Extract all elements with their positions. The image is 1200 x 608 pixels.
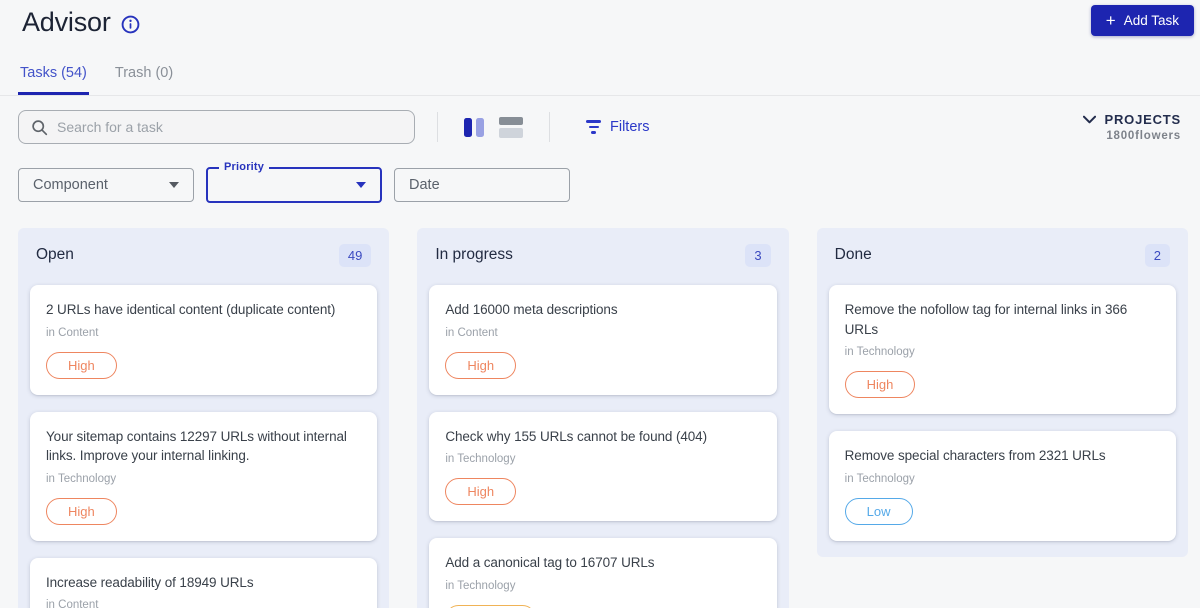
column-count-badge: 49 [338,243,372,267]
card-title: Check why 155 URLs cannot be found (404) [445,428,707,444]
priority-select[interactable]: Priority [206,161,382,203]
priority-badge: High [844,371,916,399]
caret-down-icon [356,182,366,188]
filter-row: Component Priority Date [18,161,1200,203]
filter-icon [586,120,601,134]
tab-bar: Tasks (54) Trash (0) [0,65,1200,96]
card-title: Remove the nofollow tag for internal lin… [844,302,1128,337]
card-title: Add 16000 meta descriptions [445,302,618,317]
card-title: Remove special characters from 2321 URLs [844,448,1106,464]
card-title: Add a canonical tag to 16707 URLs [445,555,655,571]
card-category: in Technology [445,579,516,592]
column-title: Done [834,246,872,263]
priority-badge: High [445,351,517,379]
projects-toggle[interactable]: PROJECTS [1082,112,1181,127]
task-card[interactable]: Increase readability of 18949 URLs in Co… [30,557,378,608]
plus-icon: + [1105,11,1116,30]
list-view-icon[interactable] [499,116,523,138]
card-category: in Technology [844,346,915,359]
task-card[interactable]: Remove special characters from 2321 URLs… [828,431,1176,541]
card-category: in Content [46,326,99,339]
kanban-view-icon[interactable] [464,117,484,137]
page-header: Advisor + Add Task [0,0,1200,38]
card-title: 2 URLs have identical content (duplicate… [46,302,336,317]
divider [549,112,550,142]
card-category: in Content [46,599,99,608]
column-open: Open 49 2 URLs have identical content (d… [18,228,390,608]
component-select-label: Component [33,177,108,193]
priority-badge: High [445,478,517,506]
tab-trash[interactable]: Trash (0) [113,65,175,95]
project-name: 1800flowers [1106,130,1181,142]
task-card[interactable]: 2 URLs have identical content (duplicate… [30,285,378,395]
add-task-button[interactable]: + Add Task [1090,5,1194,36]
card-category: in Technology [445,453,516,466]
task-card[interactable]: Add 16000 meta descriptions in Content H… [429,285,777,395]
search-input[interactable] [57,119,402,135]
column-title: Open [36,246,74,263]
filters-label: Filters [610,119,650,135]
column-in-progress: In progress 3 Add 16000 meta description… [417,228,789,608]
component-select[interactable]: Component [18,168,194,202]
caret-down-icon [169,182,179,188]
column-title: In progress [435,246,513,263]
page-title: Advisor [22,7,111,37]
projects-label: PROJECTS [1104,112,1181,127]
priority-select-label: Priority [219,161,270,173]
column-done: Done 2 Remove the nofollow tag for inter… [816,228,1188,557]
search-box[interactable] [18,110,415,144]
divider [437,112,438,142]
tab-tasks[interactable]: Tasks (54) [18,65,89,95]
date-input-label: Date [409,177,440,193]
search-icon [32,119,48,135]
card-title: Your sitemap contains 12297 URLs without… [46,428,347,464]
task-card[interactable]: Add a canonical tag to 16707 URLs in Tec… [429,538,777,608]
task-card[interactable]: Your sitemap contains 12297 URLs without… [30,411,378,541]
add-task-label: Add Task [1123,13,1179,28]
priority-badge: High [46,351,117,379]
task-card[interactable]: Check why 155 URLs cannot be found (404)… [429,411,777,522]
card-title: Increase readability of 18949 URLs [46,574,254,590]
info-icon[interactable] [121,15,140,34]
card-category: in Content [445,326,498,339]
toolbar: Filters PROJECTS 1800flowers [18,110,1181,144]
chevron-down-icon [1082,115,1096,124]
date-input[interactable]: Date [394,168,570,202]
card-category: in Technology [844,472,915,485]
card-category: in Technology [46,472,117,485]
task-card[interactable]: Remove the nofollow tag for internal lin… [828,285,1176,415]
priority-badge: Low [844,497,913,525]
column-count-badge: 3 [745,243,771,267]
kanban-board: Open 49 2 URLs have identical content (d… [0,228,1200,608]
projects-panel: PROJECTS 1800flowers [1082,112,1181,142]
column-count-badge: 2 [1144,243,1170,267]
filters-button[interactable]: Filters [586,119,649,135]
priority-badge: High [46,497,117,525]
